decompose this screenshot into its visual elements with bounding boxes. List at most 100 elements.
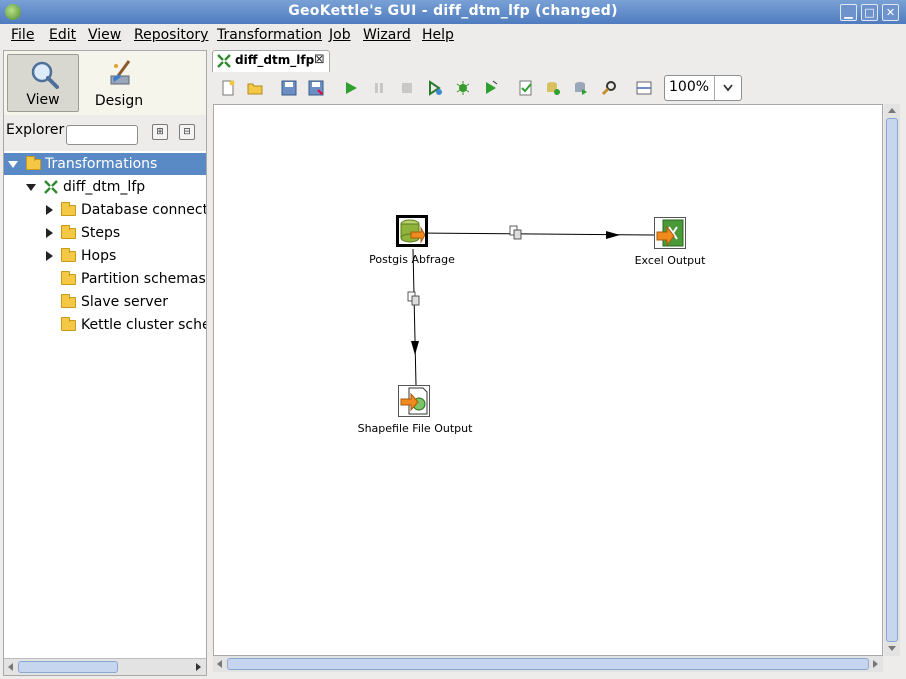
scroll-left-icon[interactable] [217, 660, 222, 668]
expand-arrow-icon[interactable] [46, 251, 53, 261]
save-icon[interactable] [281, 80, 297, 96]
stop-icon[interactable] [399, 80, 415, 96]
minimize-button[interactable]: ▁ [840, 4, 857, 21]
tree-label: Slave server [81, 294, 169, 310]
sql-icon[interactable] [573, 80, 589, 96]
scroll-down-icon[interactable] [888, 646, 896, 651]
scroll-thumb[interactable] [18, 661, 118, 673]
scrollbar-corner [884, 656, 900, 672]
tree-label: Hops [81, 248, 117, 264]
scroll-up-icon[interactable] [888, 108, 896, 113]
close-button[interactable]: ✕ [882, 4, 899, 21]
preview-icon[interactable] [427, 80, 443, 96]
postgis-input-step[interactable] [396, 215, 428, 247]
view-perspective-label: View [26, 92, 60, 108]
pause-icon[interactable] [371, 80, 387, 96]
explore-db-icon[interactable] [601, 80, 617, 96]
folder-icon [61, 317, 76, 331]
tree-label: Steps [81, 225, 121, 241]
folder-icon [61, 202, 76, 216]
menu-wizard[interactable]: Wizard [363, 27, 411, 43]
folder-icon [26, 156, 41, 170]
impact-icon[interactable] [545, 80, 561, 96]
left-horizontal-scrollbar[interactable] [4, 658, 206, 675]
canvas-vertical-scrollbar[interactable] [884, 104, 900, 656]
magnifier-icon [31, 61, 59, 89]
scroll-thumb[interactable] [227, 658, 869, 670]
zoom-value: 100% [669, 79, 710, 95]
menu-bar: File Edit View Repository Transformation… [0, 24, 906, 48]
folder-icon [61, 248, 76, 262]
copy-rows-icon [509, 225, 522, 240]
copy-rows-icon [407, 291, 420, 306]
collapse-arrow-icon[interactable] [26, 184, 36, 191]
explorer-search-input[interactable] [66, 125, 138, 145]
transformation-toolbar: 100% [212, 72, 902, 104]
hop-connections [407, 225, 655, 386]
folder-icon [61, 271, 76, 285]
expand-arrow-icon[interactable] [46, 228, 53, 238]
collapse-arrow-icon[interactable] [8, 161, 18, 168]
tree-item-transformations[interactable]: Transformations [4, 153, 206, 175]
tree-label: Database connections [81, 202, 206, 218]
window-title: GeoKettle's GUI - diff_dtm_lfp (changed) [288, 3, 618, 19]
menu-job[interactable]: Job [329, 27, 351, 43]
scroll-right-icon[interactable] [196, 663, 201, 671]
design-perspective-button[interactable]: Design [83, 54, 155, 112]
tree-label: Partition schemas [81, 271, 206, 287]
tree-item-transformation[interactable]: diff_dtm_lfp [4, 176, 206, 198]
verify-icon[interactable] [518, 80, 534, 96]
close-tab-icon[interactable]: ⊠ [314, 52, 325, 67]
step-label-excel: Excel Output [634, 254, 706, 267]
tab-diff-dtm-lfp[interactable]: diff_dtm_lfp ⊠ [212, 50, 330, 72]
excel-output-icon [656, 219, 684, 247]
transformation-icon [217, 54, 231, 68]
menu-file[interactable]: File [11, 27, 34, 43]
open-icon[interactable] [247, 80, 263, 96]
shapefile-output-icon [400, 387, 428, 415]
perspective-switcher: View Design [4, 51, 206, 115]
folder-icon [61, 294, 76, 308]
collapse-all-icon[interactable]: ⊟ [179, 124, 195, 140]
database-input-icon [400, 219, 426, 244]
hop-arrow-icon [606, 231, 620, 239]
menu-repository[interactable]: Repository [134, 27, 208, 43]
step-label-shapefile: Shapefile File Output [357, 422, 473, 435]
menu-view[interactable]: View [88, 27, 121, 43]
brush-icon [110, 60, 131, 85]
tree-children: Database connections Steps Hops Partitio… [4, 199, 206, 339]
menu-transformation[interactable]: Transformation [217, 27, 322, 43]
zoom-dropdown-button[interactable] [714, 76, 741, 100]
maximize-button[interactable]: □ [861, 4, 878, 21]
menu-edit[interactable]: Edit [49, 27, 76, 43]
hop-arrow-icon [411, 341, 419, 355]
zoom-select[interactable]: 100% [664, 75, 742, 101]
tree-label: diff_dtm_lfp [63, 179, 146, 195]
explorer-label: Explorer [6, 122, 65, 138]
tree-label: Transformations [45, 156, 158, 172]
tree-label: Kettle cluster schemas [81, 317, 206, 333]
show-results-icon[interactable] [636, 80, 652, 96]
design-perspective-label: Design [94, 93, 144, 109]
tab-label: diff_dtm_lfp [235, 53, 315, 67]
run-icon[interactable] [343, 80, 359, 96]
expand-all-icon[interactable]: ⊞ [152, 124, 168, 140]
shapefile-output-step[interactable] [398, 385, 430, 417]
new-icon[interactable] [220, 80, 236, 96]
excel-output-step[interactable] [654, 217, 686, 249]
save-as-icon[interactable] [308, 80, 324, 96]
explorer-toolbar: Explorer ⊞ ⊟ [4, 115, 206, 151]
transformation-canvas[interactable]: Postgis Abfrage Excel Output Shapefile F… [213, 104, 883, 656]
replay-icon[interactable] [483, 80, 499, 96]
scroll-left-icon[interactable] [8, 663, 13, 671]
menu-help[interactable]: Help [422, 27, 454, 43]
chevron-down-icon [723, 84, 733, 92]
debug-icon[interactable] [455, 80, 471, 96]
view-perspective-button[interactable]: View [7, 54, 79, 112]
folder-icon [61, 225, 76, 239]
canvas-horizontal-scrollbar[interactable] [213, 656, 883, 672]
expand-arrow-icon[interactable] [46, 205, 53, 215]
step-label-postgis: Postgis Abfrage [369, 253, 455, 266]
scroll-right-icon[interactable] [873, 660, 878, 668]
scroll-thumb[interactable] [886, 118, 898, 642]
